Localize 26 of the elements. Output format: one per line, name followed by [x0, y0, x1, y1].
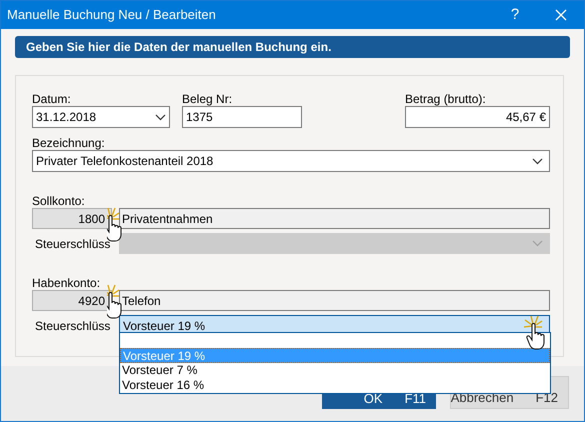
field-label: Betrag (brutto):	[405, 91, 487, 106]
field-label: Datum:	[32, 91, 72, 106]
field-label: Sollkonto:	[32, 193, 86, 208]
description-dropdown[interactable]: Privater Telefonkostenanteil 2018	[32, 150, 550, 172]
field-label: Habenkonto:	[32, 275, 102, 290]
chevron-down-icon	[532, 158, 543, 164]
field-label: Steuerschlüss	[34, 236, 112, 252]
amount-field[interactable]: 45,67 €	[405, 106, 550, 128]
field-label: Beleg Nr:	[182, 91, 234, 106]
chevron-down-icon	[155, 114, 166, 120]
chevron-down-icon	[532, 240, 543, 247]
banner-text: Geben Sie hier die Daten der manuellen Buchung ein.	[26, 39, 332, 56]
account-name-field[interactable]: Privatentnahmen	[119, 208, 550, 229]
account-number-field[interactable]: 4920	[32, 290, 112, 311]
account-name-field[interactable]: Telefon	[119, 290, 550, 311]
window-title: Manuelle Buchung Neu / Bearbeiten	[7, 6, 217, 24]
field-label: Steuerschlüss	[34, 318, 112, 334]
close-icon	[555, 9, 567, 21]
input-field[interactable]: 1375	[182, 106, 302, 128]
account-number-field[interactable]: 1800	[32, 208, 112, 229]
field-label: Bezeichnung:	[32, 135, 106, 150]
pointer-hand-icon	[107, 283, 122, 321]
dropdown-option[interactable]: Vorsteuer 7 %	[120, 363, 550, 378]
dropdown-option[interactable]: Vorsteuer 16 %	[120, 378, 550, 393]
help-button[interactable]: ?	[492, 1, 538, 29]
date-picker[interactable]: 31.12.2018	[32, 106, 170, 128]
